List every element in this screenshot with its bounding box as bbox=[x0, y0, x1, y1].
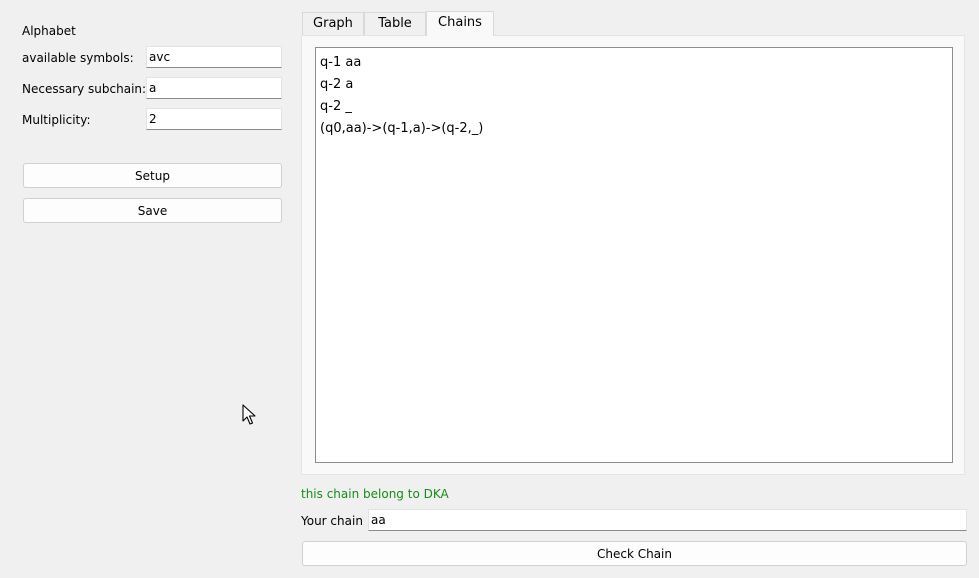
multiplicity-label: Multiplicity: bbox=[22, 113, 91, 127]
symbols-label: available symbols: bbox=[22, 51, 134, 65]
chain-line: q-2 a bbox=[320, 77, 354, 92]
chain-line: q-2 _ bbox=[320, 99, 352, 114]
chains-output-textarea[interactable]: q-1 aa q-2 a q-2 _ (q0,aa)->(q-1,a)->(q-… bbox=[315, 47, 953, 463]
tab-graph[interactable]: Graph bbox=[302, 12, 364, 35]
alphabet-group-title: Alphabet bbox=[22, 24, 76, 38]
check-chain-button[interactable]: Check Chain bbox=[302, 541, 967, 566]
chain-line: (q0,aa)->(q-1,a)->(q-2,_) bbox=[320, 121, 484, 136]
multiplicity-input[interactable] bbox=[146, 108, 282, 130]
symbols-input[interactable] bbox=[146, 46, 282, 68]
chain-input[interactable] bbox=[368, 509, 967, 531]
chain-status-text: this chain belong to DKA bbox=[301, 487, 449, 501]
tab-chains[interactable]: Chains bbox=[426, 11, 494, 36]
subchain-label: Necessary subchain: bbox=[22, 82, 147, 96]
save-button[interactable]: Save bbox=[23, 198, 282, 223]
tab-table[interactable]: Table bbox=[364, 12, 426, 35]
chain-line: q-1 aa bbox=[320, 55, 362, 70]
mouse-pointer-icon bbox=[242, 404, 256, 425]
subchain-input[interactable] bbox=[146, 77, 282, 99]
setup-button[interactable]: Setup bbox=[23, 163, 282, 188]
chains-tab-panel: q-1 aa q-2 a q-2 _ (q0,aa)->(q-1,a)->(q-… bbox=[301, 35, 965, 475]
chain-input-label: Your chain bbox=[301, 514, 363, 528]
